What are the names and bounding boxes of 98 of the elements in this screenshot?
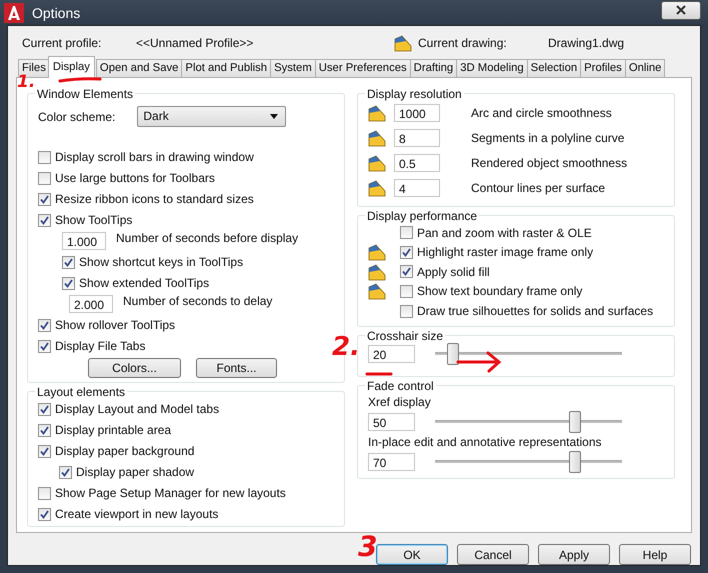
- tab[interactable]: Open and Save: [96, 58, 182, 77]
- checkbox[interactable]: [38, 486, 51, 500]
- checkbox[interactable]: [400, 226, 413, 240]
- drawing-value: Drawing1.dwg: [548, 36, 624, 50]
- profile-label: Current profile:: [22, 36, 102, 50]
- checkbox[interactable]: [38, 214, 51, 227]
- handwritten-number: 3: [358, 533, 378, 561]
- option-label: Display Layout and Model tabs: [55, 402, 220, 416]
- checkbox[interactable]: [62, 256, 75, 269]
- group-title: Display resolution: [366, 86, 463, 101]
- number-field[interactable]: 20: [368, 344, 415, 363]
- caret-icon: [270, 114, 278, 120]
- close-button[interactable]: [661, 0, 701, 20]
- slider-label: Xref display: [368, 394, 432, 411]
- dialog-button[interactable]: Fonts...: [196, 358, 277, 378]
- dialog-button[interactable]: Cancel: [457, 544, 529, 565]
- option-label: Resize ribbon icons to standard sizes: [55, 192, 254, 206]
- option-label: Number of seconds before display: [116, 230, 298, 245]
- profile-value: <<Unnamed Profile>>: [136, 36, 254, 50]
- slider-thumb[interactable]: [568, 450, 581, 473]
- checkbox[interactable]: [38, 424, 51, 437]
- option-label: Apply solid fill: [417, 264, 490, 279]
- dialog-button[interactable]: Colors...: [88, 358, 181, 378]
- number-field[interactable]: 0.5: [394, 154, 440, 172]
- tab[interactable]: User Preferences: [314, 58, 411, 77]
- option-label: Display paper background: [55, 444, 194, 458]
- option-label: Display paper shadow: [76, 465, 194, 480]
- number-field[interactable]: 50: [368, 412, 415, 431]
- pen-underline: [58, 77, 102, 83]
- checkbox[interactable]: [62, 276, 75, 290]
- color-scheme-dropdown[interactable]: Dark: [137, 106, 286, 128]
- number-field[interactable]: 4: [394, 179, 440, 198]
- option-label: Show Page Setup Manager for new layouts: [55, 486, 286, 500]
- option-label: Display scroll bars in drawing window: [55, 150, 254, 164]
- option-label: Arc and circle smoothness: [471, 106, 612, 120]
- option-label: Use large buttons for Toolbars: [55, 171, 215, 186]
- dialog-button[interactable]: OK: [376, 544, 448, 565]
- checkbox[interactable]: [38, 318, 51, 332]
- number-field[interactable]: 70: [368, 452, 415, 471]
- checkbox[interactable]: [59, 466, 72, 479]
- tab[interactable]: Display: [48, 56, 95, 78]
- checkbox[interactable]: [38, 340, 51, 353]
- option-label: Pan and zoom with raster & OLE: [417, 226, 592, 240]
- pen-underline: [365, 371, 393, 377]
- option-label: Contour lines per surface: [471, 181, 606, 196]
- slider-label: In-place edit and annotative representations: [368, 434, 602, 451]
- checkbox[interactable]: [38, 150, 51, 164]
- tab[interactable]: Drafting: [410, 58, 458, 77]
- dialog-button[interactable]: Help: [619, 544, 691, 565]
- group-title: Display performance: [366, 208, 478, 223]
- app-logo-icon: [4, 2, 24, 22]
- dialog-button[interactable]: Apply: [538, 544, 610, 565]
- checkbox[interactable]: [38, 192, 51, 206]
- checkbox[interactable]: [400, 246, 413, 259]
- tab[interactable]: Selection: [526, 58, 582, 77]
- checkbox[interactable]: [38, 444, 51, 458]
- number-field[interactable]: 1000: [394, 104, 440, 122]
- tab[interactable]: Online: [624, 58, 666, 77]
- option-label: Show extended ToolTips: [79, 276, 210, 290]
- checkbox[interactable]: [38, 402, 51, 416]
- handwritten-number: 1.: [17, 74, 36, 91]
- option-label: Show text boundary frame only: [417, 284, 582, 298]
- option-label: Segments in a polyline curve: [471, 131, 624, 146]
- option-label: Number of seconds to delay: [123, 294, 272, 308]
- option-label: Display File Tabs: [55, 339, 146, 354]
- field-label: Color scheme:: [38, 110, 116, 124]
- number-field[interactable]: 8: [394, 129, 440, 148]
- slider-thumb[interactable]: [447, 342, 460, 365]
- checkbox[interactable]: [38, 508, 51, 521]
- checkbox[interactable]: [38, 172, 51, 185]
- drawing-label: Current drawing:: [418, 36, 508, 50]
- close-icon: [676, 5, 686, 15]
- group-title: Crosshair size: [366, 328, 444, 343]
- number-field[interactable]: 2.000: [69, 295, 113, 314]
- checkbox[interactable]: [400, 304, 413, 318]
- window-title: Options: [32, 4, 80, 20]
- option-label: Show ToolTips: [55, 213, 132, 228]
- drawing-icon: [394, 34, 412, 52]
- option-label: Show shortcut keys in ToolTips: [79, 255, 244, 270]
- pen-arrow: [456, 351, 502, 373]
- option-label: Display printable area: [55, 423, 172, 438]
- tab[interactable]: Profiles: [580, 58, 626, 77]
- checkbox[interactable]: [400, 265, 413, 278]
- option-label: Show rollover ToolTips: [55, 318, 176, 332]
- tab[interactable]: 3D Modeling: [456, 58, 528, 77]
- tab[interactable]: Plot and Publish: [181, 58, 272, 77]
- handwritten-number: 2.: [332, 334, 360, 360]
- option-label: Highlight raster image frame only: [417, 245, 594, 260]
- number-field[interactable]: 1.000: [62, 232, 106, 250]
- option-label: Draw true silhouettes for solids and surfaces: [417, 304, 654, 318]
- tab[interactable]: System: [270, 58, 316, 77]
- slider-thumb[interactable]: [568, 410, 581, 433]
- group-title: Layout elements: [36, 384, 126, 399]
- option-label: Create viewport in new layouts: [55, 507, 218, 522]
- option-label: Rendered object smoothness: [471, 156, 628, 170]
- checkbox[interactable]: [400, 284, 413, 298]
- group-title: Window Elements: [36, 86, 134, 101]
- group-title: Fade control: [366, 378, 435, 393]
